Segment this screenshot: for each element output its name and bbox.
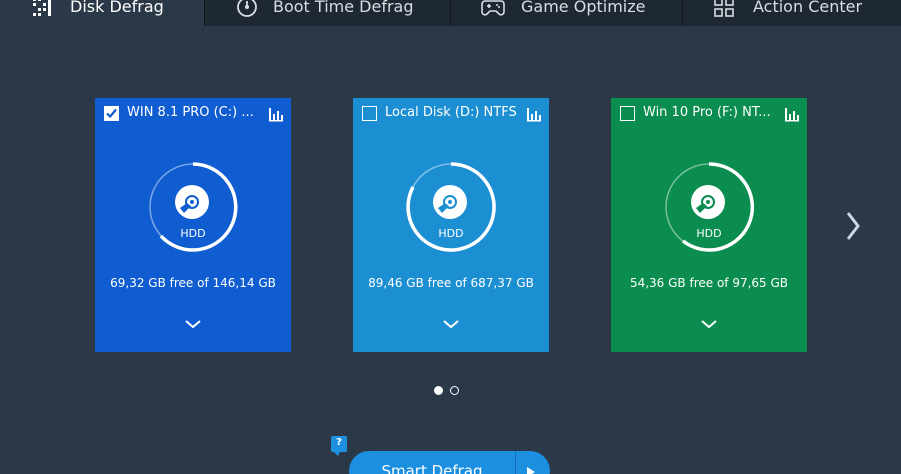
checkmark-icon bbox=[106, 108, 117, 119]
tab-disk-defrag[interactable]: Disk Defrag bbox=[0, 0, 205, 26]
disk-title: WIN 8.1 PRO (C:) ... bbox=[127, 105, 254, 120]
grid-icon bbox=[714, 0, 734, 17]
disk-defrag-icon bbox=[33, 0, 51, 16]
disk-usage-ring: HDD bbox=[147, 161, 239, 253]
gamepad-icon bbox=[481, 0, 505, 16]
bar-chart-icon[interactable] bbox=[268, 106, 284, 122]
drive-type-label: HDD bbox=[696, 227, 722, 240]
disk-title: Win 10 Pro (F:) NT... bbox=[643, 105, 771, 120]
help-icon[interactable]: ? bbox=[331, 436, 347, 456]
disk-usage-ring: HDD bbox=[663, 161, 755, 253]
button-divider bbox=[515, 451, 516, 474]
free-space-text: 89,46 GB free of 687,37 GB bbox=[368, 276, 534, 290]
chevron-right-icon[interactable] bbox=[842, 210, 864, 242]
disk-card-header: Local Disk (D:) NTFS bbox=[353, 98, 549, 130]
smart-defrag-label: Smart Defrag bbox=[381, 462, 483, 474]
tab-label: Action Center bbox=[753, 0, 863, 16]
disk-card-header: WIN 8.1 PRO (C:) ... bbox=[95, 98, 291, 130]
tab-label: Disk Defrag bbox=[70, 0, 164, 16]
disk-select-checkbox[interactable] bbox=[620, 106, 635, 121]
bar-chart-icon[interactable] bbox=[526, 106, 542, 122]
tab-bar: Disk Defrag Boot Time Defrag Game Optimi… bbox=[0, 0, 901, 26]
disk-card-f[interactable]: Win 10 Pro (F:) NT... HDD 54,36 GB free … bbox=[611, 98, 807, 352]
hdd-disc-icon bbox=[691, 185, 725, 219]
smart-defrag-button[interactable]: Smart Defrag bbox=[349, 451, 550, 474]
tab-label: Boot Time Defrag bbox=[273, 0, 414, 16]
free-space-text: 54,36 GB free of 97,65 GB bbox=[629, 276, 789, 290]
tab-label: Game Optimize bbox=[521, 0, 646, 16]
drive-type-label: HDD bbox=[180, 227, 206, 240]
disk-card-d[interactable]: Local Disk (D:) NTFS HDD 89,46 GB free o… bbox=[353, 98, 549, 352]
drive-type-label: HDD bbox=[438, 227, 464, 240]
boot-time-icon bbox=[237, 0, 257, 17]
tab-action-center[interactable]: Action Center bbox=[683, 0, 901, 26]
disk-title: Local Disk (D:) NTFS bbox=[385, 105, 517, 120]
hdd-disc-icon bbox=[433, 185, 467, 219]
pager-dot[interactable] bbox=[450, 386, 459, 395]
chevron-down-icon[interactable] bbox=[700, 318, 718, 330]
chevron-down-icon[interactable] bbox=[184, 318, 202, 330]
play-icon[interactable] bbox=[527, 467, 535, 474]
bar-chart-icon[interactable] bbox=[784, 106, 800, 122]
tab-game-optimize[interactable]: Game Optimize bbox=[451, 0, 683, 26]
disk-card-c[interactable]: WIN 8.1 PRO (C:) ... HDD 69,32 GB free o… bbox=[95, 98, 291, 352]
disk-card-header: Win 10 Pro (F:) NT... bbox=[611, 98, 807, 130]
carousel-pager bbox=[434, 386, 464, 396]
disk-usage-ring: HDD bbox=[405, 161, 497, 253]
disk-select-checkbox[interactable] bbox=[104, 106, 119, 121]
tab-boot-time-defrag[interactable]: Boot Time Defrag bbox=[205, 0, 451, 26]
hdd-disc-icon bbox=[175, 185, 209, 219]
chevron-down-icon[interactable] bbox=[442, 318, 460, 330]
disk-select-checkbox[interactable] bbox=[362, 106, 377, 121]
pager-dot-active[interactable] bbox=[434, 386, 443, 395]
free-space-text: 69,32 GB free of 146,14 GB bbox=[110, 276, 276, 290]
